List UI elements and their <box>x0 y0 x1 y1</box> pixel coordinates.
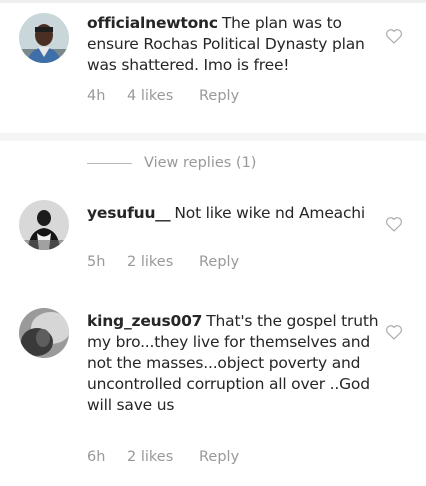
comment-text: king_zeus007 That's the gospel truth my b… <box>87 311 379 416</box>
comment-likes[interactable]: 2 likes <box>127 254 199 270</box>
comment-username[interactable]: yesufuu__ <box>87 204 171 222</box>
comment-meta: 6h 2 likes Reply <box>87 449 239 465</box>
comment-likes[interactable]: 2 likes <box>127 449 199 465</box>
comment-username[interactable]: king_zeus007 <box>87 312 202 330</box>
heart-outline-icon[interactable] <box>385 324 403 340</box>
view-replies-button[interactable]: View replies (1) <box>87 150 256 176</box>
avatar[interactable] <box>19 13 69 63</box>
avatar[interactable] <box>19 200 69 250</box>
comment-time: 5h <box>87 254 106 270</box>
comment-username[interactable]: officialnewtonc <box>87 14 218 32</box>
comment-meta: 5h 2 likes Reply <box>87 254 239 270</box>
view-replies-label: View replies (1) <box>144 155 257 171</box>
replies-line <box>87 162 132 164</box>
comment-text: officialnewtonc The plan was to ensure Ro… <box>87 13 379 76</box>
reply-button[interactable]: Reply <box>199 254 239 270</box>
reply-button[interactable]: Reply <box>199 88 239 104</box>
heart-outline-icon[interactable] <box>385 28 403 44</box>
comment-time: 4h <box>87 88 106 104</box>
avatar[interactable] <box>19 308 69 358</box>
comment-text: yesufuu__ Not like wike nd Ameachi <box>87 203 379 224</box>
top-border <box>0 0 426 3</box>
comment-body: Not like wike nd Ameachi <box>174 204 366 222</box>
section-divider <box>0 133 426 141</box>
comment-meta: 4h 4 likes Reply <box>87 88 239 104</box>
heart-outline-icon[interactable] <box>385 216 403 232</box>
reply-button[interactable]: Reply <box>199 449 239 465</box>
comment-time: 6h <box>87 449 106 465</box>
comment-likes[interactable]: 4 likes <box>127 88 199 104</box>
